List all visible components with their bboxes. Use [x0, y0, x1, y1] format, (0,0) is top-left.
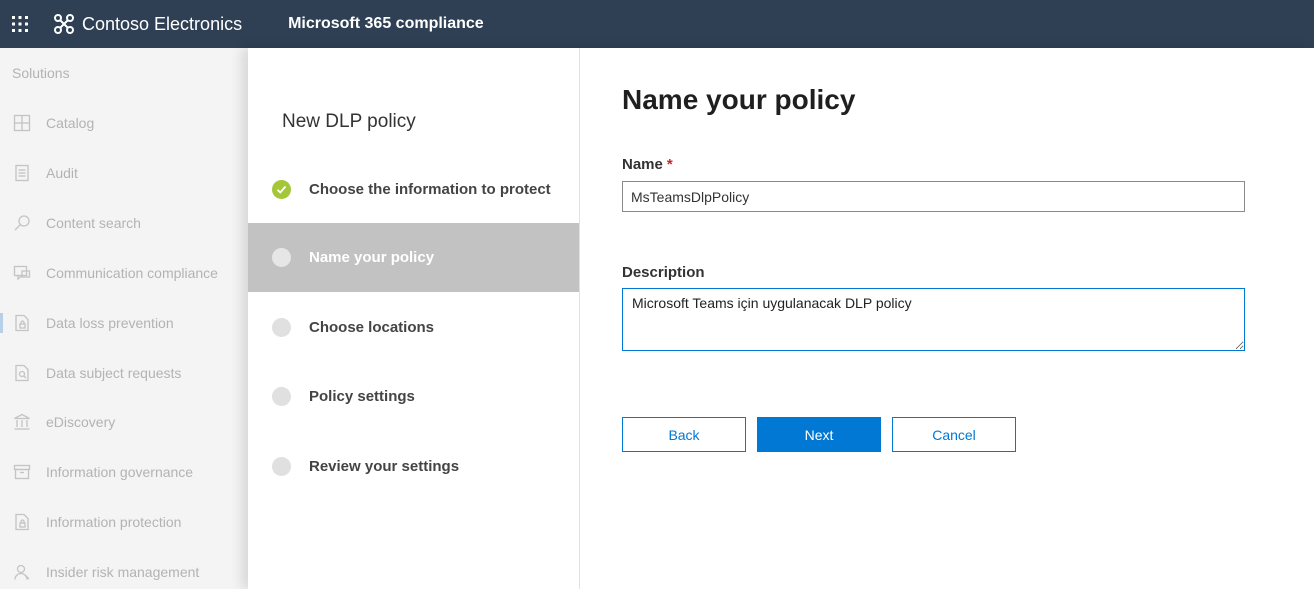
nav-item-communication-compliance[interactable]: Communication compliance	[0, 257, 248, 289]
audit-icon	[12, 163, 32, 183]
required-marker: *	[666, 156, 673, 173]
nav-item-data-subject-requests[interactable]: Data subject requests	[0, 357, 248, 389]
wizard-title: New DLP policy	[282, 111, 416, 132]
brand[interactable]: Contoso Electronics	[52, 12, 242, 36]
nav-item-label: Content search	[46, 215, 141, 231]
nav-item-label: Information protection	[46, 514, 182, 530]
nav-item-label: Insider risk management	[46, 564, 200, 580]
archive-icon	[12, 462, 32, 482]
brand-name: Contoso Electronics	[82, 13, 243, 34]
step-review-settings[interactable]: Review your settings	[248, 432, 579, 501]
app-launcher-icon[interactable]	[0, 0, 40, 48]
nav-item-label: eDiscovery	[46, 414, 116, 430]
back-button[interactable]: Back	[622, 417, 746, 452]
search-icon	[12, 213, 32, 233]
new-dlp-policy-panel: New DLP policy Choose the information to…	[248, 48, 1314, 589]
app-name[interactable]: Microsoft 365 compliance	[288, 15, 484, 33]
step-label: Review your settings	[309, 458, 460, 475]
nav-item-label: Audit	[46, 165, 78, 181]
nav-item-label: Catalog	[46, 115, 95, 131]
nav-item-ediscovery[interactable]: eDiscovery	[0, 406, 248, 438]
wizard-steps: New DLP policy Choose the information to…	[248, 48, 580, 589]
checkmark-icon	[272, 180, 291, 199]
lock-document-icon	[12, 512, 32, 532]
form-title: Name your policy	[622, 84, 856, 115]
step-label: Name your policy	[309, 249, 435, 266]
policy-name-input[interactable]	[622, 181, 1245, 212]
description-label: Description	[622, 264, 705, 281]
step-name-your-policy[interactable]: Name your policy	[248, 223, 579, 292]
step-indicator-icon	[272, 387, 291, 406]
nav-item-data-loss-prevention[interactable]: Data loss prevention	[0, 307, 248, 339]
policy-form: Name your policy Name* Description Micro…	[622, 48, 1302, 589]
step-indicator-icon	[272, 248, 291, 267]
document-search-icon	[12, 363, 32, 383]
bank-icon	[12, 412, 32, 432]
catalog-icon	[12, 113, 32, 133]
left-navigation: Solutions Catalog Audit Content search C…	[0, 48, 248, 589]
name-label-text: Name	[622, 156, 663, 173]
chat-icon	[12, 263, 32, 283]
step-policy-settings[interactable]: Policy settings	[248, 362, 579, 431]
name-label: Name *	[622, 156, 673, 173]
nav-item-label: Information governance	[46, 464, 194, 480]
step-label: Choose locations	[309, 319, 435, 336]
contoso-logo-icon	[52, 12, 76, 36]
dlp-icon	[12, 313, 32, 333]
policy-description-input[interactable]: Microsoft Teams için uygulanacak DLP pol…	[622, 288, 1245, 351]
nav-item-catalog[interactable]: Catalog	[0, 107, 248, 139]
cancel-button[interactable]: Cancel	[892, 417, 1016, 452]
next-button[interactable]: Next	[757, 417, 881, 452]
step-choose-information[interactable]: Choose the information to protect	[248, 155, 579, 224]
nav-item-insider-risk-management[interactable]: Insider risk management	[0, 556, 248, 588]
person-icon	[12, 562, 32, 582]
top-bar: Contoso Electronics Microsoft 365 compli…	[0, 0, 1314, 48]
step-label: Choose the information to protect	[309, 181, 551, 198]
nav-item-label: Data subject requests	[46, 365, 182, 381]
nav-item-content-search[interactable]: Content search	[0, 207, 248, 239]
step-choose-locations[interactable]: Choose locations	[248, 293, 579, 362]
nav-item-information-governance[interactable]: Information governance	[0, 456, 248, 488]
step-indicator-icon	[272, 457, 291, 476]
nav-item-information-protection[interactable]: Information protection	[0, 506, 248, 538]
nav-item-label: Data loss prevention	[46, 315, 174, 331]
step-indicator-icon	[272, 318, 291, 337]
nav-item-audit[interactable]: Audit	[0, 157, 248, 189]
step-label: Policy settings	[309, 388, 415, 405]
nav-heading: Solutions	[12, 65, 70, 81]
nav-item-label: Communication compliance	[46, 265, 218, 281]
